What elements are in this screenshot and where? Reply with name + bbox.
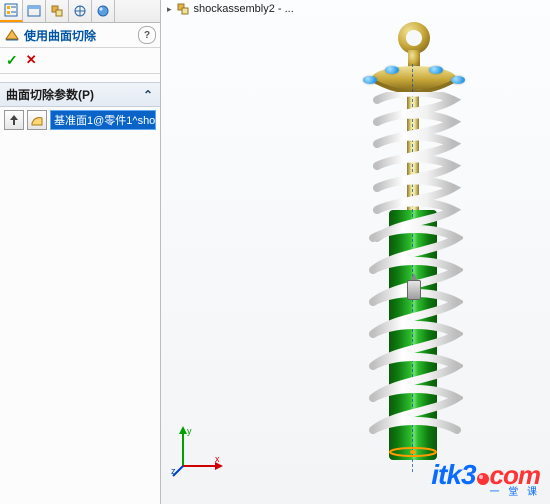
piston-rod xyxy=(407,92,419,212)
watermark-part1: itk3 xyxy=(431,459,475,490)
dimxpert-icon xyxy=(73,4,87,18)
surface-selection-value: 基准面1@零件1^shoc xyxy=(54,112,156,128)
axis-y-label: y xyxy=(187,426,192,436)
tab-feature-manager[interactable] xyxy=(0,0,23,22)
manager-tab-strip xyxy=(0,0,160,23)
feature-manager-panel: 使用曲面切除 ? ✓ ✕ 曲面切除参数(P) ⌃ 基准面1@零件1^shoc xyxy=(0,0,161,504)
section-title: 曲面切除参数(P) xyxy=(6,86,94,103)
app-root: 使用曲面切除 ? ✓ ✕ 曲面切除参数(P) ⌃ 基准面1@零件1^shoc xyxy=(0,0,550,504)
feature-manager-icon xyxy=(4,3,18,17)
confirm-bar: ✓ ✕ xyxy=(0,48,160,74)
cut-with-surface-icon xyxy=(4,27,20,43)
help-button[interactable]: ? xyxy=(138,26,156,44)
graphics-viewport[interactable]: ▸ shockassembly2 - ... xyxy=(161,0,550,504)
shock-model[interactable] xyxy=(371,20,457,490)
property-manager-icon xyxy=(27,4,41,18)
parameter-row: 基准面1@零件1^shoc xyxy=(0,107,160,133)
surface-select-button[interactable] xyxy=(27,110,47,130)
feature-title: 使用曲面切除 xyxy=(24,27,96,44)
shock-body xyxy=(389,210,437,460)
tab-configuration-manager[interactable] xyxy=(46,0,69,22)
tab-dimxpert-manager[interactable] xyxy=(69,0,92,22)
display-manager-icon xyxy=(96,4,110,18)
flip-direction-button[interactable] xyxy=(4,110,24,130)
scale-handle[interactable] xyxy=(385,66,399,74)
flip-arrow-icon xyxy=(8,114,20,126)
assembly-icon xyxy=(176,2,190,16)
panel-spacer xyxy=(0,133,160,504)
center-axis xyxy=(412,64,413,472)
surface-icon xyxy=(31,114,43,126)
flyout-expand-button[interactable]: ▸ xyxy=(167,4,172,15)
axis-x-label: x xyxy=(215,454,220,464)
scale-handle[interactable] xyxy=(429,66,443,74)
dot-icon xyxy=(476,463,490,491)
eyelet xyxy=(393,20,435,70)
watermark: itk3com 一 堂 课 xyxy=(431,461,540,498)
cancel-button[interactable]: ✕ xyxy=(26,52,37,69)
document-name[interactable]: shockassembly2 - ... xyxy=(194,3,294,15)
tab-display-manager[interactable] xyxy=(92,0,115,22)
drag-manipulator[interactable] xyxy=(407,280,421,300)
axis-z-label: z xyxy=(171,466,176,476)
feature-title-bar: 使用曲面切除 ? xyxy=(0,23,160,48)
config-manager-icon xyxy=(50,4,64,18)
scale-handle[interactable] xyxy=(363,76,377,84)
watermark-part2: com xyxy=(490,460,540,490)
top-cap xyxy=(371,64,457,94)
selected-plane-handle[interactable] xyxy=(389,446,437,456)
scale-handle[interactable] xyxy=(451,76,465,84)
flyout-tree: ▸ shockassembly2 - ... xyxy=(167,2,294,16)
section-cut-parameters[interactable]: 曲面切除参数(P) ⌃ xyxy=(0,82,160,107)
surface-selection-field[interactable]: 基准面1@零件1^shoc xyxy=(50,110,156,130)
chevron-up-icon[interactable]: ⌃ xyxy=(142,89,154,101)
tab-property-manager[interactable] xyxy=(23,0,46,22)
view-triad[interactable]: y x z xyxy=(171,424,225,478)
ok-button[interactable]: ✓ xyxy=(6,52,18,69)
